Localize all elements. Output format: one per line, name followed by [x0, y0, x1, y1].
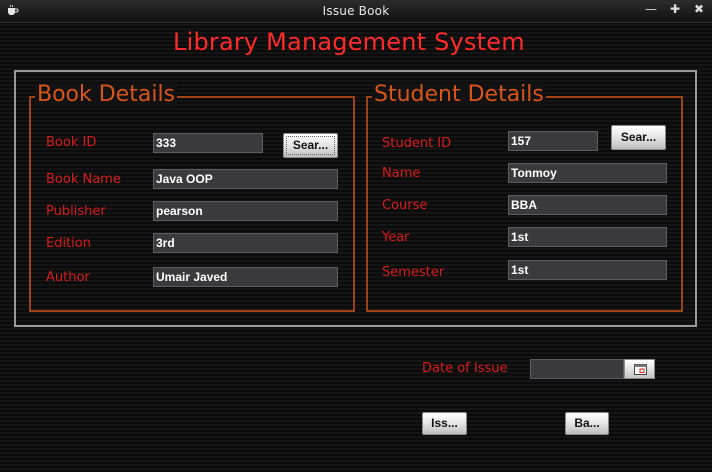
student-name-field[interactable]: Tonmoy [508, 163, 667, 183]
page-title: Library Management System [173, 28, 525, 56]
issue-button[interactable]: Iss... [422, 412, 467, 435]
issue-book-window: Issue Book — ✚ ✖ Library Management Syst… [0, 0, 712, 472]
publisher-label: Publisher [46, 204, 106, 219]
publisher-field[interactable]: pearson [153, 201, 338, 221]
date-picker-button[interactable] [624, 359, 655, 379]
year-label: Year [382, 230, 410, 245]
author-field[interactable]: Umair Javed [153, 267, 338, 287]
student-id-label: Student ID [382, 136, 452, 151]
edition-field[interactable]: 3rd [153, 233, 338, 253]
minimize-icon[interactable]: — [644, 2, 658, 18]
window-controls: — ✚ ✖ [644, 2, 706, 18]
title-bar[interactable]: Issue Book — ✚ ✖ [0, 0, 712, 23]
date-of-issue-label: Date of Issue [422, 361, 508, 376]
student-details-title: Student Details [372, 82, 546, 107]
book-name-label: Book Name [46, 172, 121, 187]
semester-field[interactable]: 1st [508, 260, 667, 280]
book-search-button[interactable]: Sear... [283, 133, 338, 158]
window-title: Issue Book [322, 4, 390, 18]
semester-label: Semester [382, 265, 445, 280]
student-name-label: Name [382, 166, 421, 181]
author-label: Author [46, 270, 90, 285]
back-button[interactable]: Ba... [565, 412, 609, 435]
course-field[interactable]: BBA [508, 195, 667, 215]
edition-label: Edition [46, 236, 91, 251]
book-name-field[interactable]: Java OOP [153, 169, 338, 189]
close-icon[interactable]: ✖ [692, 2, 706, 18]
book-details-title: Book Details [35, 82, 178, 107]
book-id-field[interactable]: 333 [153, 133, 263, 153]
calendar-icon [634, 364, 647, 375]
maximize-icon[interactable]: ✚ [668, 2, 682, 18]
student-id-field[interactable]: 157 [508, 131, 598, 151]
course-label: Course [382, 198, 428, 213]
book-id-label: Book ID [46, 135, 97, 150]
date-of-issue-field[interactable] [530, 359, 624, 379]
student-search-button[interactable]: Sear... [611, 125, 666, 150]
year-field[interactable]: 1st [508, 227, 667, 247]
